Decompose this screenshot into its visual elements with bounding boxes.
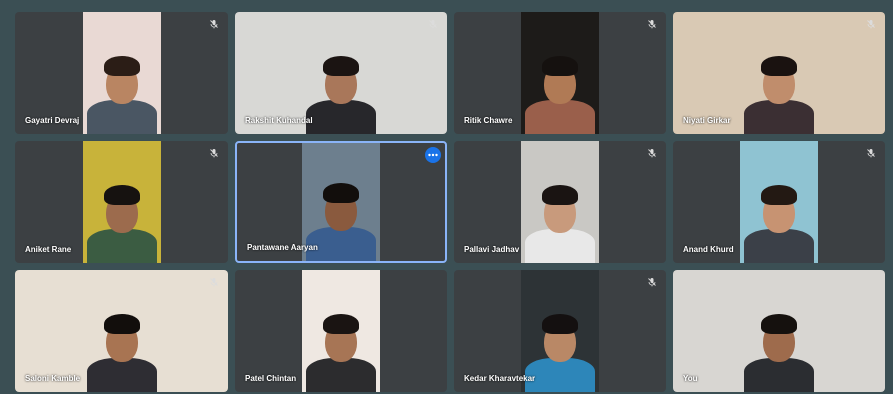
participant-name: Pantawane Aaryan <box>247 243 318 252</box>
participant-name: Gayatri Devraj <box>25 116 80 125</box>
participant-tile[interactable]: Rakshit Kuhandal <box>235 12 447 134</box>
participant-video <box>302 270 380 392</box>
mic-off-icon <box>865 18 877 30</box>
participant-name: Ritik Chawre <box>464 116 513 125</box>
participant-tile[interactable]: Kedar Kharavtekar <box>454 270 666 392</box>
mic-off-icon <box>208 276 220 288</box>
person-figure <box>521 163 599 263</box>
person-figure <box>302 292 380 392</box>
participant-name: Patel Chintan <box>245 374 297 383</box>
person-figure <box>83 163 161 263</box>
person-figure <box>739 34 819 134</box>
participant-tile[interactable]: Niyati Girkar <box>673 12 885 134</box>
participant-tile[interactable]: Pantawane Aaryan <box>235 141 447 263</box>
participant-name: Niyati Girkar <box>683 116 731 125</box>
mic-off-icon <box>865 147 877 159</box>
participant-name: Anand Khurd <box>683 245 734 254</box>
participant-tile[interactable]: Saloni Kamble <box>15 270 228 392</box>
mic-off-icon <box>208 18 220 30</box>
mic-off-icon <box>646 276 658 288</box>
mic-off-icon <box>646 147 658 159</box>
mic-off-icon <box>208 147 220 159</box>
participant-tile[interactable]: Gayatri Devraj <box>15 12 228 134</box>
participant-tile[interactable]: You <box>673 270 885 392</box>
participant-video <box>740 141 818 263</box>
participant-video <box>82 12 161 134</box>
more-options-icon[interactable] <box>425 147 441 163</box>
person-figure <box>301 34 381 134</box>
participant-name: Kedar Kharavtekar <box>464 374 536 383</box>
participant-video <box>82 141 161 263</box>
person-figure <box>83 34 161 134</box>
participant-video <box>521 12 599 134</box>
participant-tile[interactable]: Patel Chintan <box>235 270 447 392</box>
mic-off-icon <box>427 18 439 30</box>
participant-name: You <box>683 374 698 383</box>
participant-grid: Gayatri Devraj Rakshit Kuhandal Ritik Chaw… <box>15 12 885 392</box>
person-figure <box>521 34 599 134</box>
participant-tile[interactable]: Pallavi Jadhav <box>454 141 666 263</box>
participant-name: Aniket Rane <box>25 245 72 254</box>
participant-tile[interactable]: Ritik Chawre <box>454 12 666 134</box>
person-figure <box>739 292 819 392</box>
participant-name: Saloni Kamble <box>25 374 81 383</box>
mic-off-icon <box>646 18 658 30</box>
person-figure <box>82 292 162 392</box>
participant-name: Pallavi Jadhav <box>464 245 520 254</box>
participant-name: Rakshit Kuhandal <box>245 116 313 125</box>
participant-video <box>673 270 885 392</box>
person-figure <box>740 163 818 263</box>
participant-tile[interactable]: Aniket Rane <box>15 141 228 263</box>
participant-video <box>521 141 599 263</box>
participant-tile[interactable]: Anand Khurd <box>673 141 885 263</box>
